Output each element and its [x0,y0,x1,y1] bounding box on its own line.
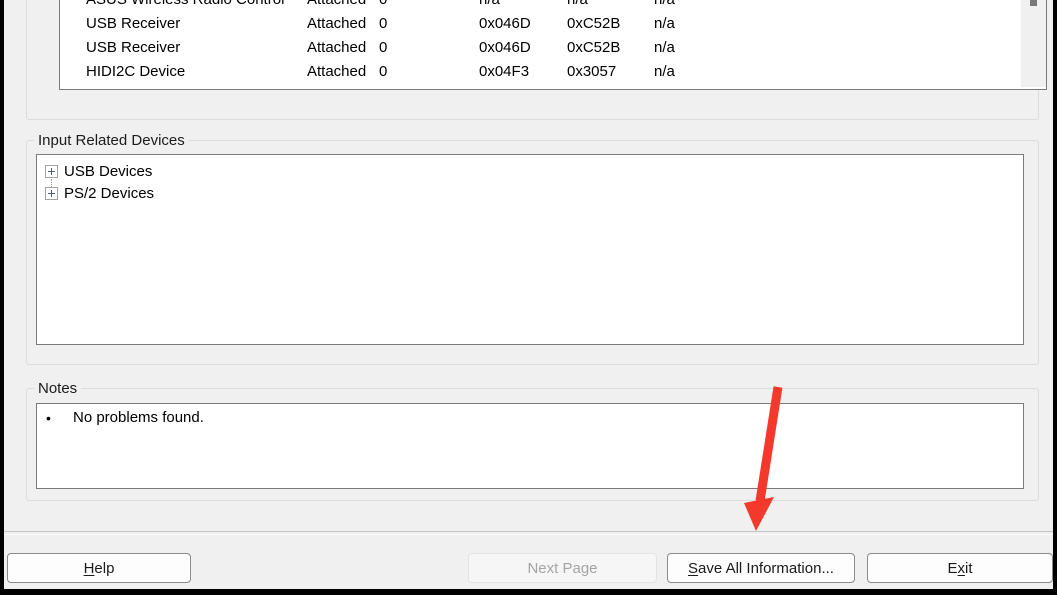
cell-status: Attached [307,39,367,56]
table-row[interactable]: USB Receiver Attached 0 0x046D 0xC52B n/… [60,39,1020,59]
input-related-devices-tree: USB Devices PS/2 Devices [36,154,1024,345]
cell-device-name: HIDI2C Device [86,63,186,80]
note-text: No problems found. [73,409,204,426]
cell-status: Attached [307,0,366,8]
expand-plus-icon[interactable] [45,186,58,200]
tree-item-usb-devices[interactable]: USB Devices [45,162,152,180]
direct-input-devices-group: ASUS Wireless Radio Control Attached 0 n… [26,0,1047,120]
tree-item-ps2-devices[interactable]: PS/2 Devices [45,184,154,202]
cell-vendor-id: 0x046D [479,15,531,32]
notes-group: Notes • No problems found. [26,380,1039,501]
cell-product-id: 0xC52B [567,15,621,32]
tree-item-label[interactable]: PS/2 Devices [64,185,154,202]
cell-extra: n/a [654,15,675,32]
notes-box: • No problems found. [36,403,1024,489]
device-list: ASUS Wireless Radio Control Attached 0 n… [59,0,1047,90]
tree-item-label[interactable]: USB Devices [64,163,152,180]
cell-device-name: USB Receiver [86,39,181,56]
table-row[interactable]: ASUS Wireless Radio Control Attached 0 n… [60,0,1020,11]
group-label: Notes [34,380,82,397]
cell-controller: 0 [379,0,387,8]
input-related-devices-group: Input Related Devices USB Devices PS/2 D… [26,132,1039,365]
table-row[interactable]: HIDI2C Device Attached 0 0x04F3 0x3057 n… [60,63,1020,83]
cell-device-name: ASUS Wireless Radio Control [86,0,284,8]
note-bullet: • [46,410,51,426]
cell-extra: n/a [654,63,675,80]
group-label: Input Related Devices [34,132,189,149]
scrollbar-thumb[interactable] [1030,0,1037,6]
vertical-scrollbar[interactable] [1021,0,1046,87]
cell-vendor-id: n/a [479,0,500,8]
next-page-button: Next Page [468,553,657,583]
cell-device-name: USB Receiver [86,15,181,32]
cell-controller: 0 [379,15,388,32]
cell-status: Attached [307,63,367,80]
save-all-information-button[interactable]: Save All Information... [667,553,855,583]
cell-extra: n/a [654,39,675,56]
cell-product-id: n/a [567,0,588,8]
cell-product-id: 0x3057 [567,63,617,80]
expand-plus-icon[interactable] [45,164,58,178]
cell-product-id: 0xC52B [567,39,621,56]
cell-status: Attached [307,15,367,32]
cell-vendor-id: 0x046D [479,39,531,56]
cell-extra: n/a [654,0,675,8]
help-button[interactable]: Help [7,553,191,583]
dxdiag-dialog: ASUS Wireless Radio Control Attached 0 n… [4,0,1053,589]
cell-controller: 0 [379,39,388,56]
cell-controller: 0 [379,63,388,80]
table-row[interactable]: USB Receiver Attached 0 0x046D 0xC52B n/… [60,15,1020,35]
exit-button[interactable]: Exit [867,553,1053,583]
cell-vendor-id: 0x04F3 [479,63,530,80]
button-bar-separator [4,531,1053,535]
